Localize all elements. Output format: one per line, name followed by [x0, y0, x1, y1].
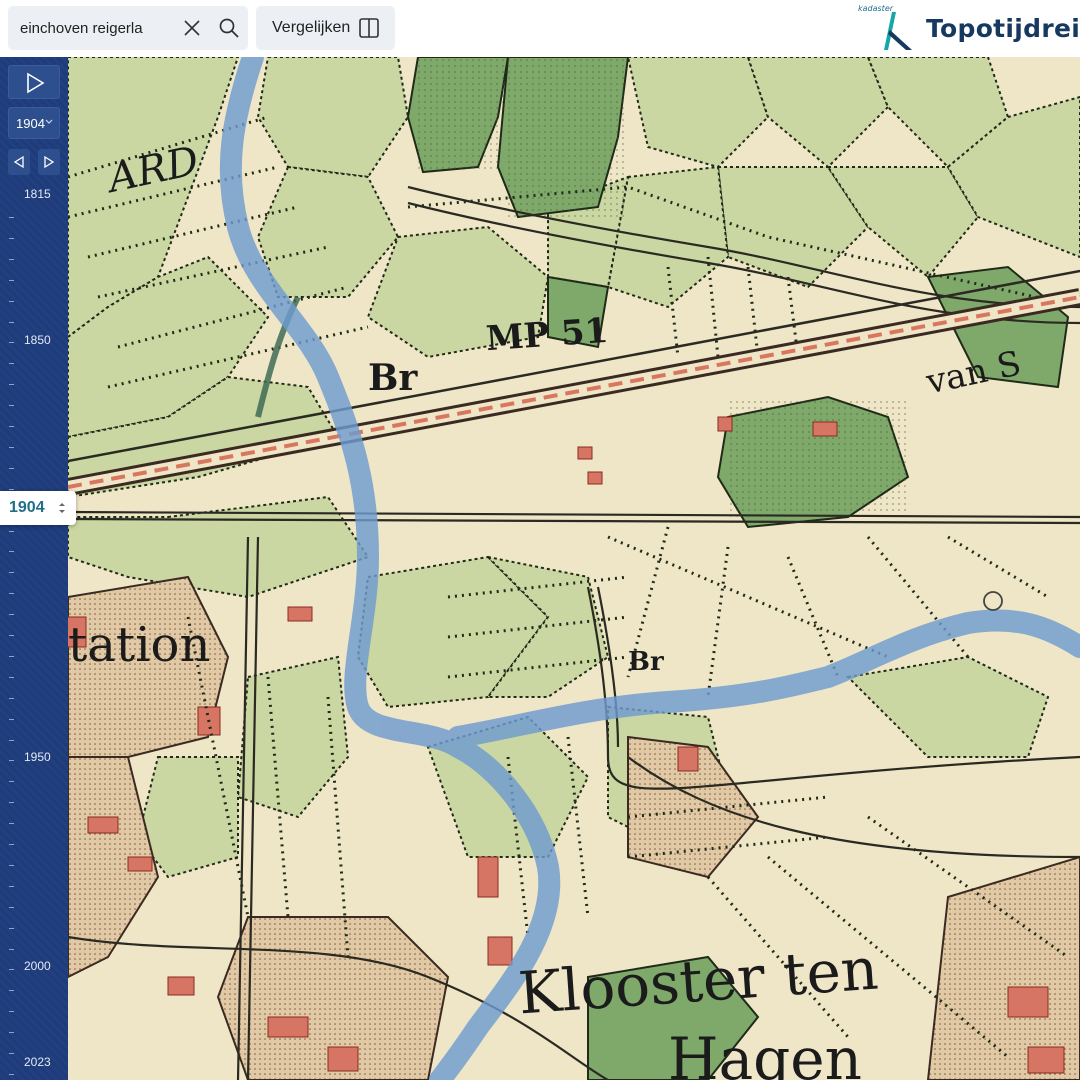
- timeline-tick: [9, 635, 14, 636]
- updown-icon: [59, 503, 65, 513]
- brand-logo[interactable]: kadaster Topotijdreis: [856, 4, 1080, 54]
- timeline-tick: [9, 1011, 14, 1013]
- triangle-left-icon: [13, 155, 24, 169]
- search-input[interactable]: [20, 17, 170, 39]
- tick-label: 1850: [24, 333, 51, 347]
- location-marker-icon[interactable]: [983, 591, 1003, 611]
- chevron-down-icon: [45, 119, 53, 124]
- timeline-tick: [9, 1032, 14, 1034]
- timeline-tick: [9, 885, 14, 887]
- timeline-tick: [9, 906, 14, 908]
- tick-label: 2023: [24, 1055, 51, 1069]
- timeline-tick: [9, 1053, 14, 1054]
- kadaster-logo-icon: [884, 12, 912, 50]
- timeline-tick: [9, 467, 14, 469]
- current-year-indicator[interactable]: 1904: [0, 491, 76, 525]
- tick-label: 2000: [24, 959, 51, 973]
- timeline-tick: [9, 279, 14, 281]
- tick-label: 1815: [24, 187, 51, 201]
- top-bar: Vergelijken kadaster Topotijdreis: [0, 0, 1080, 57]
- timeline-tick: [9, 384, 14, 386]
- timeline-tick: [9, 237, 14, 239]
- timeline-tick: [9, 593, 14, 595]
- split-view-icon: [359, 18, 379, 38]
- timeline-tick: [9, 258, 14, 260]
- map-label: Hagen: [668, 1025, 862, 1080]
- play-icon: [27, 72, 45, 94]
- map-label: Br: [628, 647, 664, 677]
- timeline-sidebar: 1904 1815 1850 1950 2000 2023: [0, 57, 68, 1080]
- timeline-tick: [9, 697, 14, 699]
- next-year-button[interactable]: [38, 149, 60, 175]
- timeline-tick: [9, 739, 14, 741]
- play-button[interactable]: [8, 65, 60, 99]
- previous-year-button[interactable]: [8, 149, 30, 175]
- timeline-tick: [9, 990, 14, 992]
- timeline-tick: [9, 844, 14, 845]
- search-icon[interactable]: [216, 15, 242, 41]
- timeline-tick: [9, 864, 14, 866]
- triangle-right-icon: [44, 155, 55, 169]
- tick-label: 1950: [24, 750, 51, 764]
- map-canvas[interactable]: [68, 57, 1080, 1080]
- map-label: Br: [368, 357, 418, 399]
- timeline-tick: [9, 342, 14, 344]
- timeline-tick: [9, 446, 14, 448]
- timeline-tick: [9, 760, 14, 762]
- map-label: tation: [68, 617, 211, 673]
- timeline-tick: [9, 927, 14, 929]
- timeline-tick: [9, 676, 14, 678]
- timeline-tick: [9, 363, 14, 365]
- current-year: 1904: [9, 499, 45, 516]
- timeline-tick: [9, 781, 14, 783]
- timeline-tick: [9, 614, 14, 616]
- search-box: [8, 6, 248, 50]
- map-label: MP 51: [484, 310, 610, 360]
- timeline-tick: [9, 718, 14, 720]
- compare-label: Vergelijken: [272, 19, 351, 36]
- timeline-tick: [9, 802, 14, 804]
- historical-map[interactable]: ARD MP 51 Br van S tation Br Klooster te…: [68, 57, 1080, 1080]
- compare-button[interactable]: Vergelijken: [256, 6, 395, 50]
- timeline-tick: [9, 823, 14, 825]
- timeline-tick: [9, 655, 14, 657]
- timeline-tick: [9, 969, 14, 971]
- timeline-tick: [9, 300, 14, 302]
- timeline-tick: [9, 426, 14, 427]
- timeline-tick: [9, 530, 14, 532]
- timeline-tick: [9, 1073, 14, 1075]
- year-select[interactable]: 1904: [8, 107, 60, 139]
- timeline-tick: [9, 572, 14, 574]
- timeline-tick: [9, 948, 14, 950]
- close-icon[interactable]: [180, 16, 204, 40]
- timeline-tick: [9, 488, 14, 490]
- timeline-tick: [9, 551, 14, 553]
- year-select-value: 1904: [16, 115, 45, 131]
- timeline-tick: [9, 217, 14, 218]
- timeline-tick: [9, 321, 14, 323]
- timeline-tick: [9, 405, 14, 407]
- brand-name: Topotijdreis: [926, 14, 1080, 43]
